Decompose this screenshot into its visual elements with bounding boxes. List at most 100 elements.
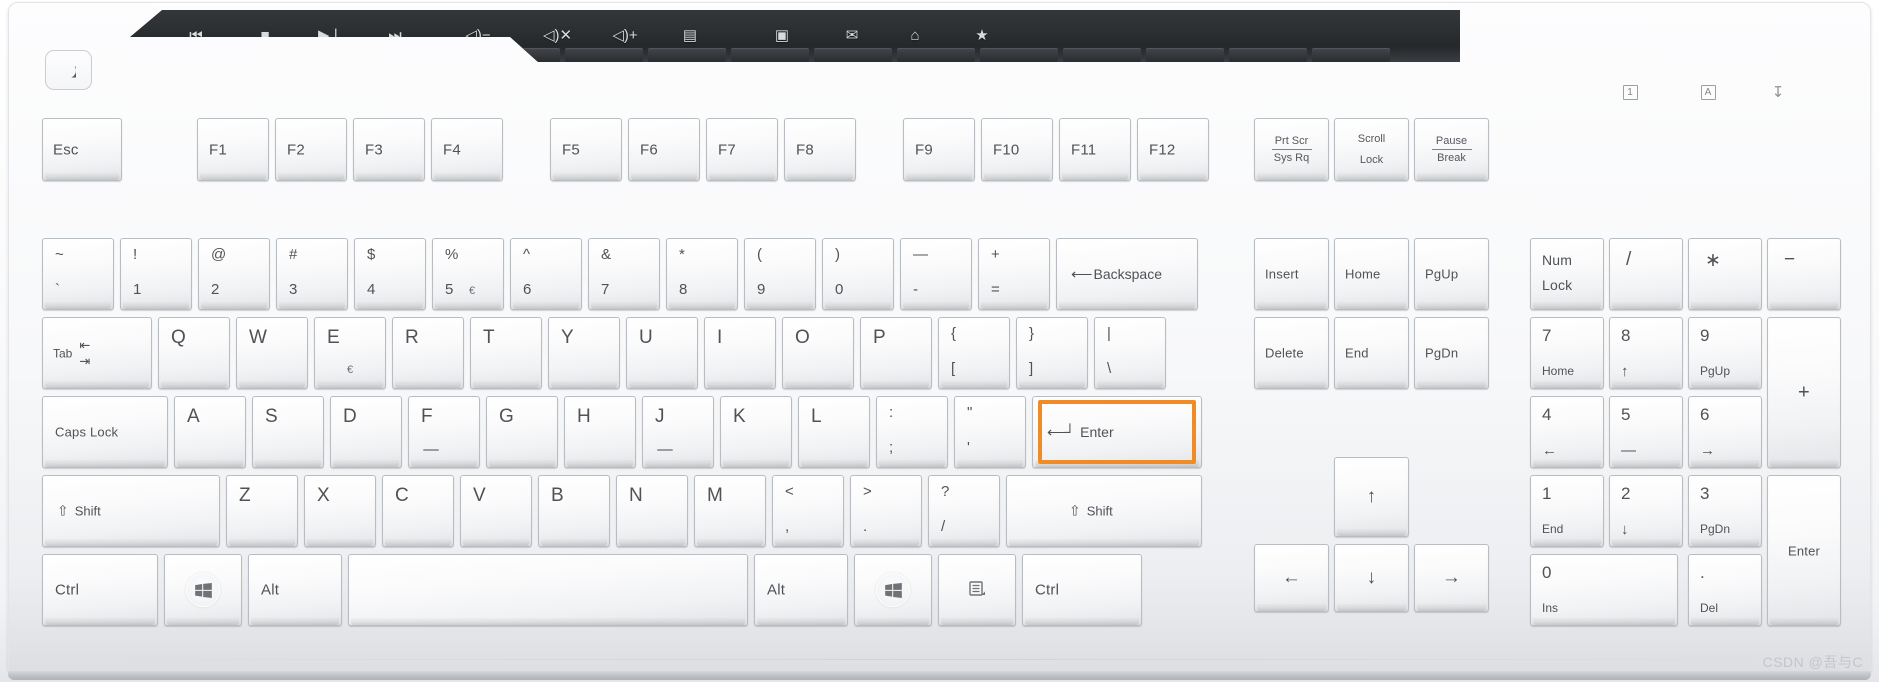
key-home[interactable]: Home — [1334, 238, 1409, 310]
key-b[interactable]: B — [538, 475, 610, 547]
media-key-strip[interactable] — [897, 48, 975, 62]
key-digit-3[interactable]: #3 — [276, 238, 348, 310]
key-bracket-right[interactable]: }] — [1016, 317, 1088, 389]
key-pause-break[interactable]: Pause Break — [1414, 118, 1489, 181]
my-computer-icon[interactable]: ▣ — [768, 28, 796, 43]
key-minus[interactable]: — - — [900, 238, 972, 310]
key-shift-right[interactable]: ⇧ Shift — [1006, 475, 1202, 547]
email-icon[interactable]: ✉ — [838, 28, 866, 43]
key-page-up[interactable]: PgUp — [1414, 238, 1489, 310]
key-p[interactable]: P — [860, 317, 932, 389]
key-numpad-0[interactable]: 0 Ins — [1530, 554, 1678, 626]
key-digit-5[interactable]: % 5 € — [432, 238, 504, 310]
key-k[interactable]: K — [720, 396, 792, 468]
key-enter[interactable]: ⟵┘ Enter — [1032, 396, 1202, 468]
key-period[interactable]: >. — [850, 475, 922, 547]
key-arrow-left[interactable]: ← — [1254, 544, 1329, 612]
key-menu[interactable] — [938, 554, 1016, 626]
mute-icon[interactable]: ◁)✕ — [543, 28, 572, 43]
key-j[interactable]: J — [642, 396, 714, 468]
key-f3[interactable]: F3 — [353, 118, 425, 181]
sleep-button[interactable] — [45, 50, 92, 90]
key-backspace[interactable]: ⟵ Backspace — [1056, 238, 1198, 310]
key-x[interactable]: X — [304, 475, 376, 547]
key-slash[interactable]: ? / — [928, 475, 1000, 547]
key-numpad-divide[interactable]: / — [1609, 238, 1683, 310]
key-r[interactable]: R — [392, 317, 464, 389]
key-u[interactable]: U — [626, 317, 698, 389]
key-f11[interactable]: F11 — [1059, 118, 1131, 181]
key-f10[interactable]: F10 — [981, 118, 1053, 181]
media-key-strip[interactable] — [1229, 48, 1307, 62]
media-key-strip[interactable] — [648, 48, 726, 62]
key-v[interactable]: V — [460, 475, 532, 547]
key-numpad-subtract[interactable]: − — [1767, 238, 1841, 310]
key-quote[interactable]: " ' — [954, 396, 1026, 468]
key-f4[interactable]: F4 — [431, 118, 503, 181]
key-tab[interactable]: Tab ⇤ ⇥ — [42, 317, 152, 389]
key-a[interactable]: A — [174, 396, 246, 468]
key-ctrl-right[interactable]: Ctrl — [1022, 554, 1142, 626]
key-comma[interactable]: <, — [772, 475, 844, 547]
key-s[interactable]: S — [252, 396, 324, 468]
key-caps-lock[interactable]: Caps Lock — [42, 396, 168, 468]
media-key-strip[interactable] — [980, 48, 1058, 62]
key-print-screen[interactable]: Prt Scr Sys Rq — [1254, 118, 1329, 181]
key-end[interactable]: End — [1334, 317, 1409, 389]
key-numpad-9[interactable]: 9 PgUp — [1688, 317, 1762, 389]
key-d[interactable]: D — [330, 396, 402, 468]
key-numpad-3[interactable]: 3 PgDn — [1688, 475, 1762, 547]
key-space[interactable] — [348, 554, 748, 626]
key-arrow-down[interactable]: ↓ — [1334, 544, 1409, 612]
key-digit-9[interactable]: (9 — [744, 238, 816, 310]
key-f2[interactable]: F2 — [275, 118, 347, 181]
key-f1[interactable]: F1 — [197, 118, 269, 181]
key-f5[interactable]: F5 — [550, 118, 622, 181]
key-g[interactable]: G — [486, 396, 558, 468]
key-numpad-2[interactable]: 2 ↓ — [1609, 475, 1683, 547]
key-numpad-5[interactable]: 5— — [1609, 396, 1683, 468]
key-insert[interactable]: Insert — [1254, 238, 1329, 310]
key-f7[interactable]: F7 — [706, 118, 778, 181]
key-scroll-lock[interactable]: Scroll Lock — [1334, 118, 1409, 181]
key-bracket-left[interactable]: {[ — [938, 317, 1010, 389]
key-numpad-multiply[interactable]: ∗ — [1688, 238, 1762, 310]
favorites-icon[interactable]: ★ — [968, 28, 996, 43]
media-key-strip[interactable] — [731, 48, 809, 62]
key-delete[interactable]: Delete — [1254, 317, 1329, 389]
key-t[interactable]: T — [470, 317, 542, 389]
key-numpad-decimal[interactable]: . Del — [1688, 554, 1762, 626]
key-digit-8[interactable]: * 8 — [666, 238, 738, 310]
key-arrow-right[interactable]: → — [1414, 544, 1489, 612]
key-numpad-8[interactable]: 8 ↑ — [1609, 317, 1683, 389]
key-q[interactable]: Q — [158, 317, 230, 389]
key-digit-4[interactable]: $4 — [354, 238, 426, 310]
home-page-icon[interactable]: ⌂ — [901, 28, 929, 43]
key-numpad-4[interactable]: 4 ← — [1530, 396, 1604, 468]
key-win-left[interactable] — [164, 554, 242, 626]
key-backtick[interactable]: ~ ` — [42, 238, 114, 310]
key-l[interactable]: L — [798, 396, 870, 468]
key-ctrl-left[interactable]: Ctrl — [42, 554, 158, 626]
key-f6[interactable]: F6 — [628, 118, 700, 181]
key-numpad-add[interactable]: + — [1767, 317, 1841, 468]
key-digit-6[interactable]: ^ 6 — [510, 238, 582, 310]
key-digit-2[interactable]: @2 — [198, 238, 270, 310]
key-i[interactable]: I — [704, 317, 776, 389]
key-numpad-7[interactable]: 7 Home — [1530, 317, 1604, 389]
key-z[interactable]: Z — [226, 475, 298, 547]
key-arrow-up[interactable]: ↑ — [1334, 457, 1409, 537]
key-numpad-1[interactable]: 1 End — [1530, 475, 1604, 547]
key-backslash[interactable]: | \ — [1094, 317, 1166, 389]
key-num-lock[interactable]: Num Lock — [1530, 238, 1604, 310]
key-w[interactable]: W — [236, 317, 308, 389]
key-digit-7[interactable]: & 7 — [588, 238, 660, 310]
key-y[interactable]: Y — [548, 317, 620, 389]
media-key-strip[interactable] — [1146, 48, 1224, 62]
volume-up-icon[interactable]: ◁)+ — [611, 28, 639, 43]
key-numpad-6[interactable]: 6 → — [1688, 396, 1762, 468]
key-o[interactable]: O — [782, 317, 854, 389]
key-c[interactable]: C — [382, 475, 454, 547]
key-f[interactable]: F — [408, 396, 480, 468]
key-alt-right[interactable]: Alt — [754, 554, 848, 626]
